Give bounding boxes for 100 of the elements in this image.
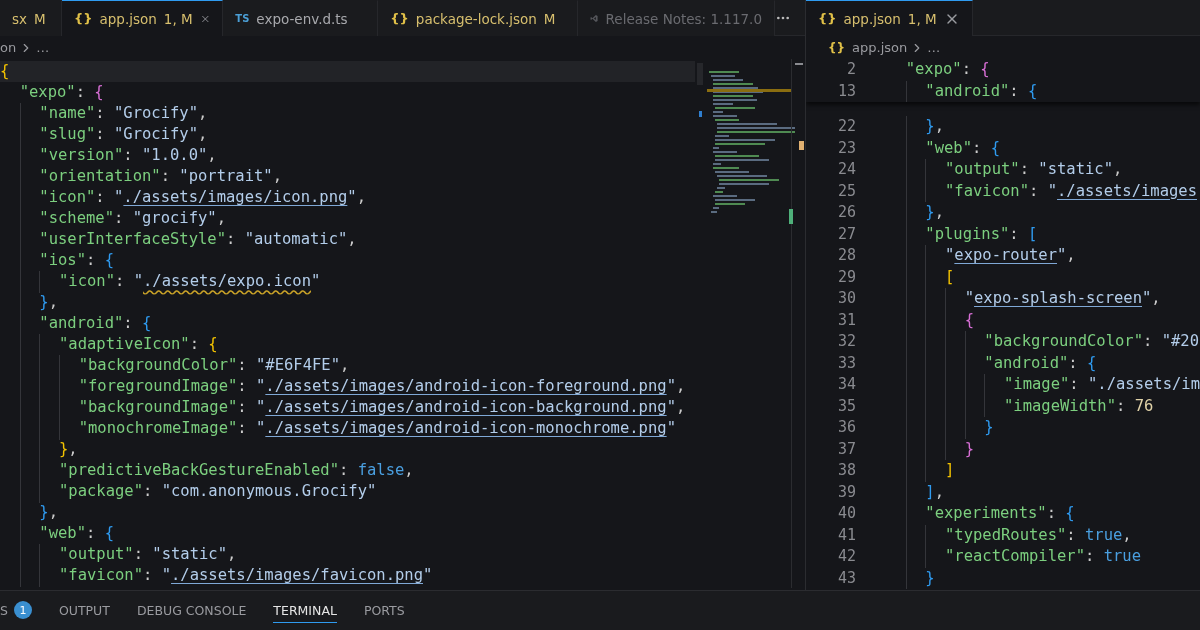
editor-tab[interactable]: {} app.json 1, M (806, 0, 973, 36)
code-line[interactable]: "expo": { (886, 59, 990, 81)
code-line: "name": "Grocify", (0, 103, 695, 124)
line-number: 27 (836, 223, 857, 245)
line-number: 32 (836, 331, 857, 352)
line-number: 23 (836, 137, 857, 159)
code-line: "favicon": "./assets/images (886, 180, 1197, 202)
code-line: "adaptiveIcon": { (0, 334, 695, 355)
code-line: ] (886, 460, 955, 482)
code-line: "backgroundColor": "#20 (886, 331, 1199, 353)
line-number: 31 (836, 309, 857, 331)
tab-status: 1, M (907, 10, 937, 27)
breadcrumb-item[interactable]: app.json (852, 40, 908, 55)
code-line: }, (0, 439, 695, 460)
code-line: "ios": { (0, 250, 695, 271)
code-line: "imageWidth": 76 (886, 395, 1154, 417)
line-number: 13 (836, 80, 857, 102)
line-number: 30 (836, 288, 857, 309)
tab-label: package-lock.json (415, 10, 537, 27)
panel-tab[interactable]: DEBUG CONSOLE (136, 598, 247, 623)
tab-label: Release Notes: 1.117.0 (605, 10, 762, 27)
line-number: 26 (836, 202, 857, 223)
code-line: }, (0, 292, 695, 313)
code-line: "predictiveBackGestureEnabled": false, (0, 460, 695, 481)
code-line: "android": { (886, 352, 1097, 374)
file-type-icon: {} (818, 11, 837, 26)
file-type-icon: {} (74, 11, 93, 26)
code-line: "expo-splash-screen", (886, 288, 1161, 310)
minimap-drawing[interactable] (695, 59, 805, 590)
file-type-icon: TS (235, 13, 250, 24)
line-number: 34 (836, 374, 857, 395)
code-line: "orientation": "portrait", (0, 166, 695, 187)
code-line: "backgroundColor": "#E6F4FE", (0, 355, 695, 376)
code-line: ], (886, 481, 945, 503)
code-line: "package": "com.anonymous.Grocify" (0, 481, 695, 502)
code-line: "expo-router", (886, 245, 1076, 267)
code-line: "backgroundImage": "./assets/images/android-icon-background.png", (0, 397, 695, 418)
line-number: 36 (836, 417, 857, 438)
breadcrumb-item[interactable]: … (36, 40, 50, 55)
code-line[interactable]: "android": { (886, 80, 1038, 102)
breadcrumb-item[interactable]: on (0, 40, 17, 55)
code-line: }, (886, 202, 945, 224)
line-number: 29 (836, 266, 857, 288)
code-line: } (886, 567, 935, 589)
code-line: "scheme": "grocify", (0, 208, 695, 229)
code-line: "web": { (886, 137, 1001, 159)
code-line: "userInterfaceStyle": "automatic", (0, 229, 695, 250)
code-line: "icon": "./assets/expo.icon" (0, 271, 695, 292)
code-line: "foregroundImage": "./assets/images/android-icon-foreground.png", (0, 376, 695, 397)
tab-status: M (543, 10, 556, 27)
code-line: "web": { (0, 523, 695, 544)
line-number: 22 (836, 116, 857, 137)
code-line: "monochromeImage": "./assets/images/android-icon-monochrome.png" (0, 418, 695, 439)
code-line: "version": "1.0.0", (0, 145, 695, 166)
line-number: 43 (836, 567, 857, 589)
code-line: }, (886, 116, 945, 138)
code-line: "slug": "Grocify", (0, 124, 695, 145)
tab-label: app.json (843, 10, 901, 27)
code-line: "typedRoutes": true, (886, 524, 1132, 546)
panel-tab[interactable]: PORTS (363, 598, 405, 623)
tab-label: expo-env.d.ts (256, 10, 348, 27)
code-line: "output": "static", (886, 159, 1123, 181)
count-badge: 1 (13, 601, 32, 619)
code-line: [ (886, 266, 955, 288)
code-line: { (886, 309, 975, 331)
code-line: "reactCompiler": true (886, 546, 1141, 568)
tab-status: M (34, 10, 46, 27)
panel-tab[interactable]: TERMINAL (273, 598, 337, 623)
code-line: } (886, 438, 975, 460)
line-number: 39 (836, 481, 857, 503)
json-file-icon: {} (828, 40, 846, 55)
line-number: 40 (836, 503, 857, 524)
line-number: 33 (836, 352, 857, 374)
panel-tab[interactable]: S 1 (0, 598, 32, 623)
tab-label: sx (12, 10, 28, 27)
panel-tab[interactable]: OUTPUT (58, 598, 110, 623)
code-line: "icon": "./assets/images/icon.png", (0, 187, 695, 208)
tab-label: app.json (99, 10, 157, 27)
editor-tab[interactable]: {} app.json 1, M (62, 0, 224, 36)
code-line: "expo": { (18, 82, 105, 103)
line-number: 2 (845, 59, 857, 80)
line-number: 24 (836, 159, 857, 180)
code-line: } (886, 417, 994, 439)
code-line: "output": "static", (0, 544, 695, 565)
breadcrumb-item[interactable]: … (927, 40, 941, 55)
code-line: "image": "./assets/im (886, 374, 1200, 396)
code-line: "plugins": [ (886, 223, 1038, 245)
file-type-icon: {} (390, 11, 409, 26)
code-line: "android": { (0, 313, 695, 334)
line-number: 41 (836, 524, 857, 546)
line-number: 25 (836, 180, 857, 202)
line-number: 38 (836, 460, 857, 481)
line-number: 42 (836, 546, 857, 567)
tab-status: 1, M (163, 10, 193, 27)
line-number: 37 (836, 438, 857, 460)
code-line: }, (0, 502, 695, 523)
line-number: 28 (836, 245, 857, 266)
code-line: "experiments": { (886, 503, 1075, 525)
code-line: "favicon": "./assets/images/favicon.png" (0, 565, 695, 586)
line-number: 35 (836, 395, 857, 417)
